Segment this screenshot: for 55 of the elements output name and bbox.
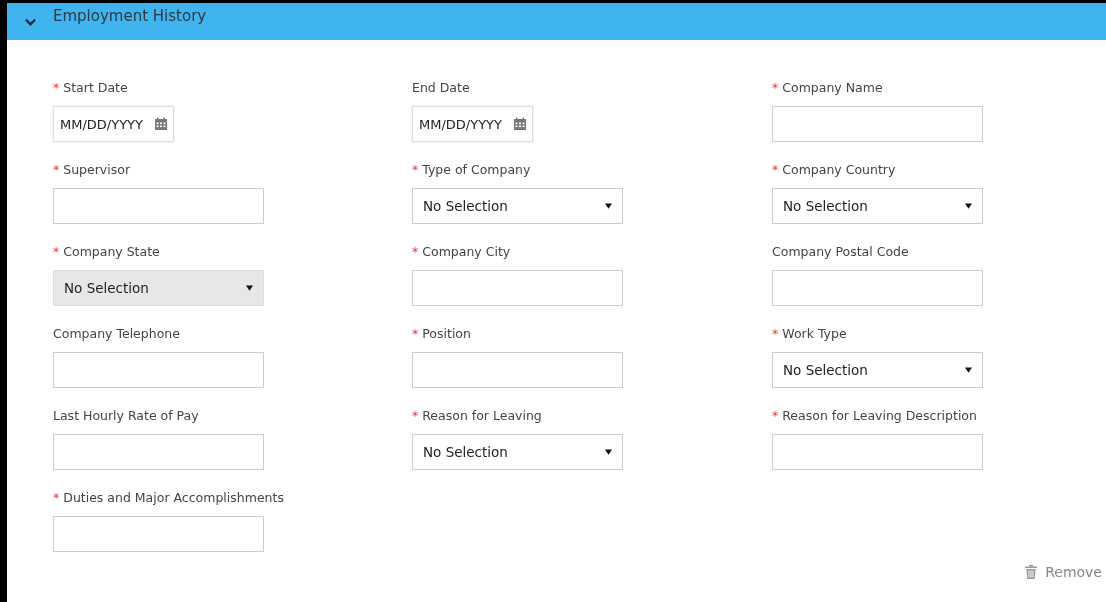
field-label: Reason for Leaving Description [782,408,977,423]
input-field[interactable] [53,352,264,388]
field-label: Company Postal Code [772,244,909,259]
caret-icon [605,449,612,455]
field-label: Company State [63,244,160,259]
field-label: Start Date [63,80,128,95]
calendar-icon[interactable] [513,117,527,131]
input-field[interactable] [53,188,264,224]
select-field[interactable]: No Selection [412,434,623,470]
input-field[interactable] [53,516,264,552]
required-mark: * [772,80,779,95]
field-label: Duties and Major Accomplishments [63,490,284,505]
select-field[interactable]: No Selection [772,352,983,388]
date-field[interactable]: MM/DD/YYYY [412,106,533,142]
date-field[interactable]: MM/DD/YYYY [53,106,174,142]
field-label: Supervisor [63,162,131,177]
field-label: Reason for Leaving [422,408,542,423]
field-label: Company City [422,244,511,259]
field-label: Type of Company [422,162,531,177]
input-field[interactable] [772,106,983,142]
caret-icon [605,203,612,209]
field-label: Work Type [782,326,847,341]
field-label: End Date [412,80,470,95]
trash-icon [1025,565,1038,579]
input-field[interactable] [53,434,264,470]
field-label: Last Hourly Rate of Pay [53,408,199,423]
required-mark: * [412,162,419,177]
required-mark: * [412,326,419,341]
caret-icon [246,285,253,291]
field-label: Position [422,326,471,341]
select-field[interactable]: No Selection [772,188,983,224]
field-label: Company Country [782,162,896,177]
required-mark: * [53,162,60,177]
section-title: Employment History [53,6,207,25]
required-mark: * [412,244,419,259]
input-field[interactable] [772,270,983,306]
select-field[interactable]: No Selection [412,188,623,224]
required-mark: * [772,162,779,177]
caret-icon [965,367,972,373]
calendar-icon[interactable] [154,117,168,131]
field-label: Company Telephone [53,326,180,341]
chevron-icon [25,17,36,26]
input-field[interactable] [412,270,623,306]
required-mark: * [412,408,419,423]
required-mark: * [772,326,779,341]
caret-icon [965,203,972,209]
input-field[interactable] [412,352,623,388]
required-mark: * [53,490,60,505]
remove-button[interactable]: Remove [1025,564,1106,580]
section-header[interactable]: Employment History [7,3,1106,40]
required-mark: * [772,408,779,423]
input-field[interactable] [772,434,983,470]
field-label: Company Name [782,80,883,95]
required-mark: * [53,80,60,95]
required-mark: * [53,244,60,259]
